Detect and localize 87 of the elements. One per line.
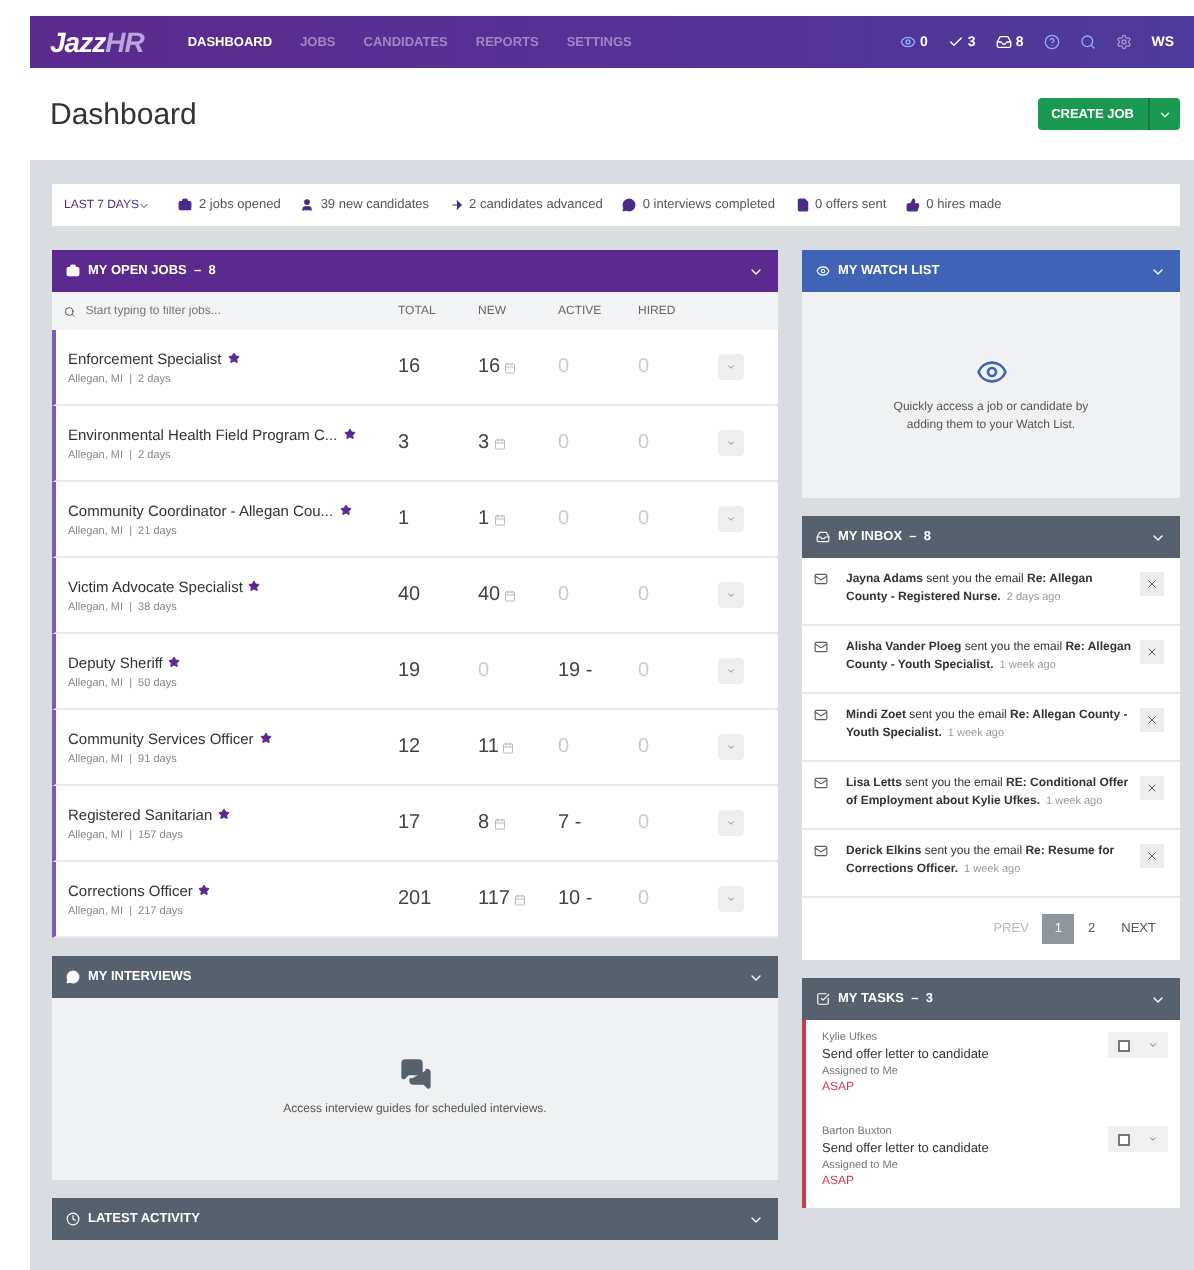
mail-icon (814, 776, 828, 790)
star-icon (227, 352, 240, 364)
check-icon (947, 34, 964, 50)
mail-icon (814, 572, 828, 586)
search-icon (64, 305, 76, 317)
star-icon (343, 428, 356, 440)
star-icon (259, 732, 272, 744)
count-cell-text: 19 (398, 660, 423, 682)
calendar-icon (493, 513, 506, 525)
arrow-icon (449, 198, 464, 212)
chat-icon (399, 1058, 431, 1090)
calendar-icon (493, 437, 506, 449)
close-button[interactable] (1140, 572, 1164, 596)
count-cell-text: 12 (398, 736, 423, 758)
caret-icon (726, 894, 736, 904)
star-icon (218, 808, 231, 820)
star-icon (339, 504, 352, 516)
briefcase-icon (66, 264, 80, 278)
help-icon (1043, 34, 1060, 50)
count-cell: 117 (478, 888, 558, 910)
mail-icon (814, 640, 828, 654)
mail-icon (814, 844, 828, 858)
caret-icon (1158, 107, 1172, 121)
mail-icon (814, 708, 828, 722)
calendar-icon (513, 893, 526, 905)
person-icon (300, 198, 315, 212)
caret-icon (1148, 1134, 1159, 1144)
count-cell-text: 201 (398, 888, 434, 910)
caret-icon (726, 818, 736, 828)
eye-icon (975, 355, 1007, 387)
count-cell-text: 19 - (558, 660, 595, 682)
close-button[interactable] (1140, 844, 1164, 868)
count-cell-text: 17 (398, 812, 423, 834)
count-cell-text: 3 (398, 432, 412, 454)
count-cell: 16 (478, 356, 558, 378)
count-cell: 3 (478, 432, 558, 454)
star-icon (168, 656, 181, 668)
count-cell: 40 (478, 584, 558, 606)
search-icon (1079, 34, 1096, 50)
clock-icon (66, 1212, 80, 1226)
chat-icon (622, 198, 637, 212)
task-control[interactable] (1108, 1032, 1168, 1058)
star-icon (248, 580, 261, 592)
briefcase-icon (178, 198, 193, 212)
caret-icon (726, 666, 736, 676)
close-button[interactable] (1140, 776, 1164, 800)
checkbox-icon (816, 992, 830, 1006)
eye-icon (900, 34, 916, 50)
close-icon (1146, 850, 1158, 862)
count-cell: 1 (478, 508, 558, 530)
caret-icon (726, 590, 736, 600)
task-checkbox[interactable] (1117, 1133, 1130, 1145)
calendar-icon (504, 361, 517, 373)
task-checkbox[interactable] (1117, 1039, 1130, 1051)
file-icon (795, 198, 810, 212)
caret-icon (726, 742, 736, 752)
caret-icon (726, 514, 736, 524)
star-icon (198, 884, 211, 896)
caret-icon (726, 438, 736, 448)
caret-icon (138, 199, 151, 211)
close-icon (1146, 714, 1158, 726)
calendar-icon (504, 589, 517, 601)
count-cell-text: 10 - (558, 888, 595, 910)
caret-icon (726, 362, 736, 372)
count-cell: 11 (478, 736, 558, 758)
close-icon (1146, 646, 1158, 658)
inbox-icon (816, 530, 830, 544)
caret-icon (1148, 1040, 1159, 1050)
count-cell-text: 40 (398, 584, 423, 606)
inbox-icon (995, 34, 1012, 50)
close-button[interactable] (1140, 640, 1164, 664)
close-icon (1146, 578, 1158, 590)
count-cell: 8 (478, 812, 558, 834)
calendar-icon (502, 741, 515, 753)
logo: JazzHR (50, 26, 144, 58)
page-title: Dashboard (50, 97, 197, 131)
chat-icon (66, 970, 80, 984)
count-cell-text: 16 (398, 356, 423, 378)
calendar-icon (493, 817, 506, 829)
settings-icon (1115, 34, 1132, 50)
count-cell-text: 1 (398, 508, 412, 530)
close-icon (1146, 782, 1158, 794)
count-cell-text: 7 - (558, 812, 584, 834)
thumb-icon (906, 198, 921, 212)
eye-icon (816, 264, 830, 278)
close-button[interactable] (1140, 708, 1164, 732)
task-control[interactable] (1108, 1126, 1168, 1152)
